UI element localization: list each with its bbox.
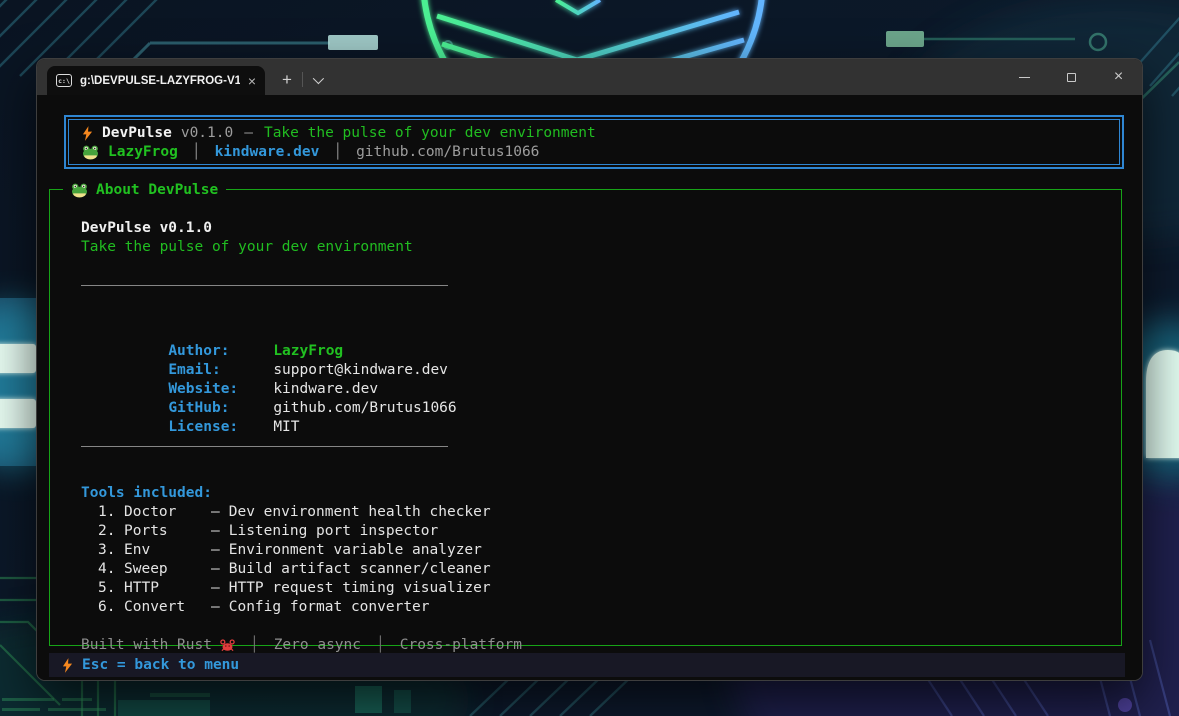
tool-item: 4.Sweep—Build artifact scanner/cleaner xyxy=(81,560,1121,579)
terminal-tab[interactable]: c:\ g:\DEVPULSE-LAZYFROG-V1.0 × xyxy=(47,66,265,95)
app-tagline: Take the pulse of your dev environment xyxy=(264,124,596,143)
command-prompt-icon: c:\ xyxy=(56,74,72,87)
info-value: github.com/Brutus1066 xyxy=(273,400,456,416)
info-label: GitHub: xyxy=(168,399,273,418)
lightning-icon xyxy=(82,126,93,141)
website-link: kindware.dev xyxy=(215,143,320,162)
lightning-icon xyxy=(62,658,73,673)
info-label: Website: xyxy=(168,380,273,399)
about-panel-title: About DevPulse xyxy=(63,180,226,200)
info-value: LazyFrog xyxy=(273,343,343,359)
close-window-button[interactable]: × xyxy=(1095,59,1142,95)
minimize-icon xyxy=(1019,77,1030,78)
info-value: support@kindware.dev xyxy=(273,362,448,378)
info-value: MIT xyxy=(273,419,299,435)
status-hint-text: Esc = back to menu xyxy=(82,656,239,675)
dash-separator: — xyxy=(244,124,253,143)
info-label: Author: xyxy=(168,342,273,361)
info-row-author: Author:LazyFrog xyxy=(81,323,1121,342)
terminal-window: c:\ g:\DEVPULSE-LAZYFROG-V1.0 × + × Dev xyxy=(36,58,1143,681)
frog-icon xyxy=(71,183,88,198)
github-link: github.com/Brutus1066 xyxy=(356,143,539,162)
new-tab-button[interactable]: + xyxy=(282,71,292,88)
pipe-separator: │ xyxy=(192,143,201,162)
about-tagline: Take the pulse of your dev environment xyxy=(81,238,1121,257)
crab-icon xyxy=(220,639,235,652)
divider-line xyxy=(81,285,1121,304)
tool-item: 5.HTTP—HTTP request timing visualizer xyxy=(81,579,1121,598)
tool-item: 2.Ports—Listening port inspector xyxy=(81,522,1121,541)
app-name: DevPulse xyxy=(102,124,172,143)
about-title-text: About DevPulse xyxy=(96,180,218,200)
tab-title: g:\DEVPULSE-LAZYFROG-V1.0 xyxy=(80,75,240,87)
title-bar: c:\ g:\DEVPULSE-LAZYFROG-V1.0 × + × xyxy=(37,59,1142,95)
app-version: v0.1.0 xyxy=(181,124,233,143)
tabbar-divider xyxy=(302,72,303,87)
about-panel: About DevPulse DevPulse v0.1.0 Take the … xyxy=(49,189,1122,646)
status-bar: Esc = back to menu xyxy=(49,653,1125,677)
divider-line xyxy=(81,446,1121,465)
frog-icon xyxy=(82,145,99,160)
maximize-button[interactable] xyxy=(1048,59,1095,95)
tool-item: 1.Doctor—Dev environment health checker xyxy=(81,503,1121,522)
app-banner-box: DevPulse v0.1.0 — Take the pulse of your… xyxy=(64,115,1124,169)
info-value: kindware.dev xyxy=(273,381,378,397)
maximize-icon xyxy=(1067,73,1076,82)
tool-item: 3.Env—Environment variable analyzer xyxy=(81,541,1121,560)
pipe-separator: │ xyxy=(333,143,342,162)
tool-item: 6.Convert—Config format converter xyxy=(81,598,1121,617)
close-tab-icon[interactable]: × xyxy=(248,74,256,88)
terminal-screen: DevPulse v0.1.0 — Take the pulse of your… xyxy=(37,95,1142,681)
titlebar-drag-area[interactable] xyxy=(321,59,1001,95)
about-app-title: DevPulse v0.1.0 xyxy=(81,219,1121,238)
tools-header: Tools included: xyxy=(81,484,1121,503)
author-name: LazyFrog xyxy=(108,143,178,162)
info-label: Email: xyxy=(168,361,273,380)
minimize-button[interactable] xyxy=(1001,59,1048,95)
info-label: License: xyxy=(168,418,273,437)
